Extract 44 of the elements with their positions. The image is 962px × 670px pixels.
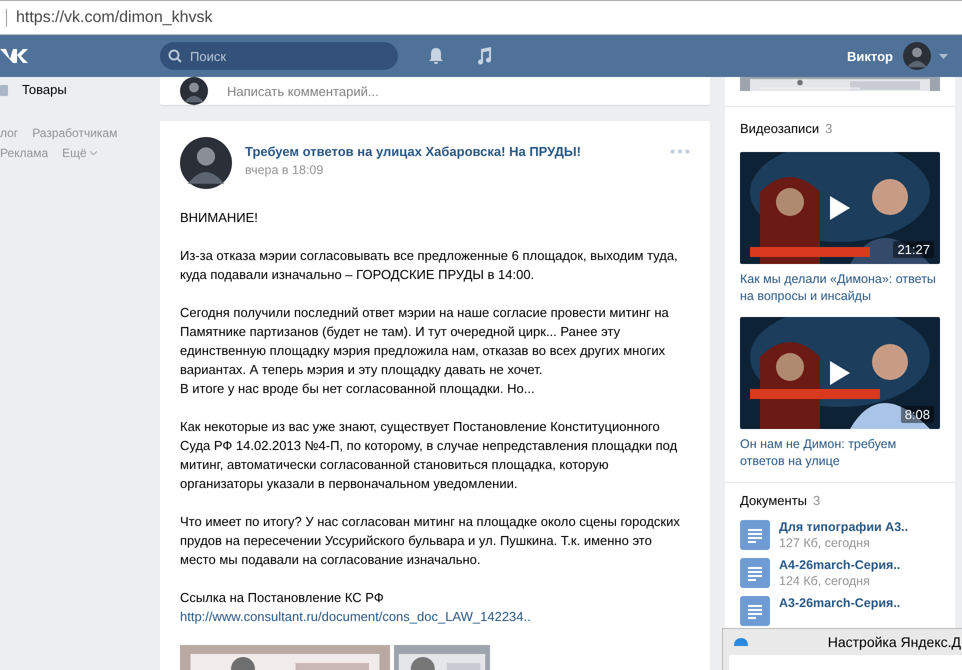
post-paragraph: Как некоторые из вас уже знают, существует Постановление Конституционного Суда РФ 14.02.2013 №4-П, по которому, в случае непредставления площадки под митинг, автоматически согласованной становиться площадка, которую организаторы указали в первоначальном уведомлении. [180, 418, 678, 493]
post-paragraph: Сегодня получили последний ответ мэрии на наше согласие провести митинг на Памятнике партизанов (будет не там). И тут очередной цирк... Ранее эту единственную площадку мэрия предложила нам, отказав во всех других многих вариантах. А теперь мэрия и эту площадку давать не хочет. В итоге у нас вроде бы нет согласованной площадки. Но... [180, 304, 670, 398]
section-count: 3 [825, 121, 832, 136]
commenter-avatar [180, 77, 208, 105]
video-duration: 21:27 [893, 241, 934, 258]
document-icon[interactable] [740, 596, 770, 626]
address-bar[interactable]: https://vk.com/dimon_khvsk [6, 8, 213, 26]
document-icon[interactable] [740, 520, 770, 550]
post-paragraph: Из-за отказа мэрии согласовывать все предложенные 6 площадок, выходим туда, куда подавали изначально – ГОРОДСКИЕ ПРУДЫ в 14:00. [180, 247, 679, 284]
comment-box[interactable]: Написать комментарий... [160, 77, 710, 105]
logo-icon[interactable] [0, 47, 28, 65]
document-meta: 124 Кб, сегодня [779, 574, 871, 588]
play-icon[interactable] [830, 361, 850, 385]
caret-icon [90, 151, 97, 155]
post-title[interactable]: Требуем ответов на улицах Хабаровска! На ПРУДЫ! [245, 144, 657, 159]
document-icon[interactable] [740, 558, 770, 588]
post-paragraph: Что имеет по итогу? У нас согласован митинг на площадке около сцены городских прудов на пересечении Уссурийского бульвара и ул. Пушкина. Т.к. именно это место мы подавали на согласование изначально. [180, 513, 681, 569]
document-name[interactable]: А3-26march-Серия.. [779, 596, 900, 610]
bag-icon [0, 82, 10, 96]
caret-icon[interactable] [939, 54, 948, 58]
search-icon [168, 49, 182, 63]
video-duration: 8:08 [900, 406, 934, 423]
search-input[interactable]: Поиск [188, 48, 382, 64]
music-icon[interactable] [476, 47, 492, 65]
section-count: 3 [813, 493, 820, 508]
section-title[interactable]: Документы [740, 493, 808, 508]
group-avatar[interactable] [180, 137, 232, 189]
document-name[interactable]: Для типографии А3.. [779, 520, 908, 534]
dialog-title: Настройка Яндекс.Д [828, 634, 961, 650]
search-field[interactable]: Поиск [160, 42, 398, 70]
play-icon[interactable] [830, 196, 850, 220]
document-meta: 127 Кб, сегодня [779, 536, 871, 550]
bell-icon[interactable] [428, 47, 444, 65]
user-avatar[interactable] [903, 42, 931, 70]
cloud-icon [733, 636, 749, 648]
section-title[interactable]: Видеозаписи [740, 121, 820, 136]
document-name[interactable]: А4-26march-Серия.. [779, 558, 900, 572]
video-title[interactable]: Как мы делали «Димона»: ответы на вопросы и инсайды [740, 271, 940, 305]
document-link[interactable]: http://www.consultant.ru/document/cons_doc_LAW_142234.. [180, 607, 690, 626]
video-title[interactable]: Он нам не Димон: требуем ответов на улице [740, 436, 940, 470]
post-paragraph: Ссылка на Постановление КС РФ [180, 589, 385, 607]
post-paragraph: ВНИМАНИЕ! [180, 209, 259, 227]
user-name[interactable]: Виктор [847, 48, 893, 64]
sidebar-item[interactable]: Товары [0, 80, 160, 98]
